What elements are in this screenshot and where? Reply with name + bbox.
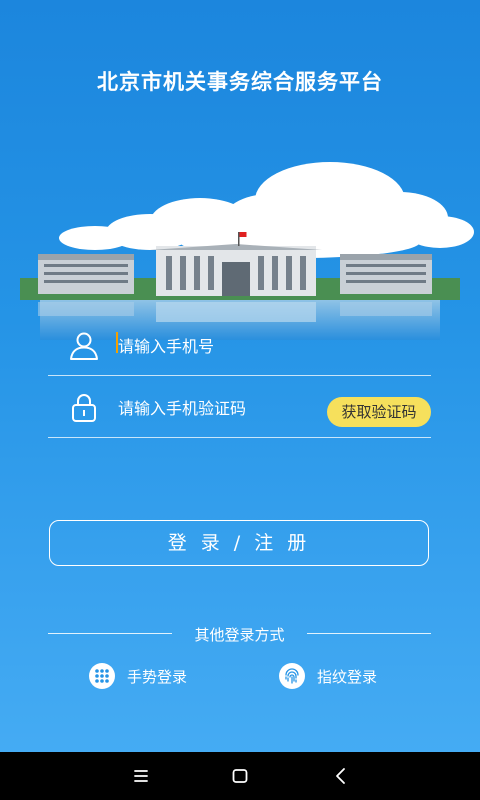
fingerprint-icon	[279, 663, 305, 689]
get-code-button[interactable]: 获取验证码	[327, 397, 431, 427]
menu-icon[interactable]	[130, 766, 152, 786]
gesture-login-label: 手势登录	[127, 668, 188, 686]
system-navigation-bar	[0, 752, 480, 800]
other-methods-title: 其他登录方式	[194, 626, 285, 644]
user-icon	[70, 332, 98, 360]
code-field[interactable]: 请输入手机验证码 获取验证码	[48, 377, 431, 438]
lock-icon	[72, 394, 96, 422]
gesture-grid-icon	[89, 663, 115, 689]
back-icon[interactable]	[330, 766, 352, 786]
phone-input-placeholder: 请输入手机号	[118, 337, 215, 356]
fingerprint-login-option[interactable]: 指纹登录	[279, 662, 409, 690]
building-banner-image	[20, 162, 474, 340]
fingerprint-login-label: 指纹登录	[317, 668, 378, 686]
home-icon[interactable]	[229, 766, 251, 786]
phone-field[interactable]: 请输入手机号	[48, 315, 431, 376]
gesture-login-option[interactable]: 手势登录	[89, 662, 219, 690]
code-input-placeholder: 请输入手机验证码	[118, 399, 247, 418]
login-register-button[interactable]: 登 录 / 注 册	[49, 520, 429, 566]
other-methods-divider: 其他登录方式	[48, 624, 431, 644]
app-title: 北京市机关事务综合服务平台	[97, 70, 383, 94]
